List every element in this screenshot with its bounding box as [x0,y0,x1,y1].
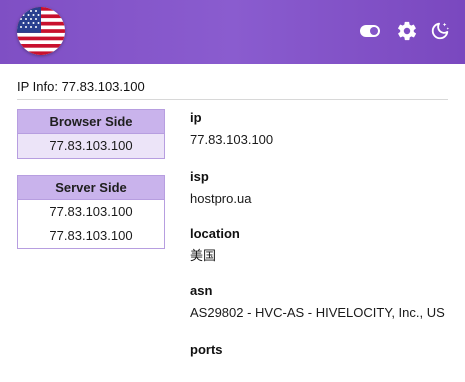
detail-label: isp [190,169,209,184]
header-bar [0,0,465,64]
server-side-box: Server Side 77.83.103.100 77.83.103.100 [17,175,165,249]
detail-location: location 美国 [190,226,240,264]
detail-value: 美国 [190,248,217,263]
detail-value: AS29802 - HVC-AS - HIVELOCITY, Inc., US [190,305,445,320]
gear-icon[interactable] [396,20,418,42]
ip-info-text: IP Info: 77.83.103.100 [17,79,145,94]
us-flag-icon[interactable] [17,7,65,55]
moon-stars-icon[interactable] [429,20,451,42]
server-side-ip: 77.83.103.100 [49,228,133,243]
detail-value: 77.83.103.100 [190,132,274,147]
server-side-ip: 77.83.103.100 [49,204,133,219]
detail-value: hostpro.ua [190,191,252,206]
detail-label: location [190,226,240,241]
toggle-icon[interactable] [359,22,381,40]
detail-ports: ports [190,342,223,380]
detail-isp: isp hostpro.ua [190,169,251,207]
detail-label: ports [190,342,223,357]
browser-side-box: Browser Side 77.83.103.100 [17,109,165,159]
browser-side-title: Browser Side [18,110,164,134]
detail-value [190,364,223,380]
browser-side-ip: 77.83.103.100 [18,134,164,158]
detail-label: asn [190,283,213,298]
detail-ip: ip 77.83.103.100 [190,110,273,148]
detail-label: ip [190,110,202,125]
server-side-title: Server Side [18,176,164,200]
detail-asn: asn AS29802 - HVC-AS - HIVELOCITY, Inc.,… [190,283,445,321]
divider [17,99,448,100]
